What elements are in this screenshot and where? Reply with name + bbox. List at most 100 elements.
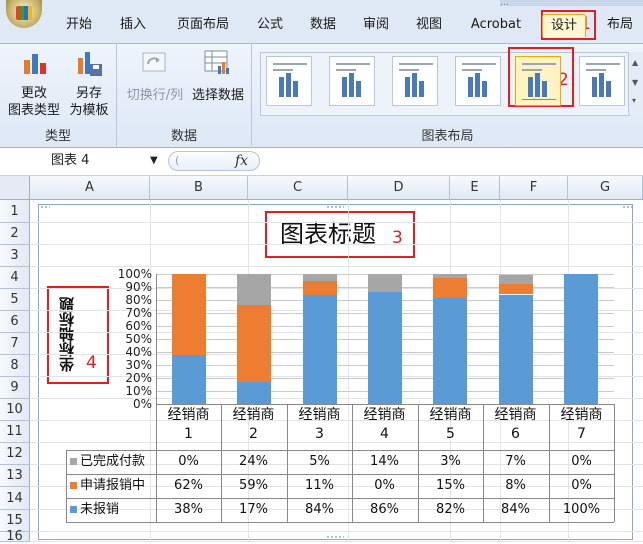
y-tick-label: 90% xyxy=(125,280,152,294)
bar-未报销-3[interactable] xyxy=(303,295,337,404)
name-box-dropdown-icon[interactable]: ▼ xyxy=(150,152,158,170)
row-header-9[interactable]: 9 xyxy=(0,377,30,399)
group-label-data: 数据 xyxy=(170,129,197,144)
switch-row-column-label: 切换行/列 xyxy=(126,88,184,103)
ribbon-tab-6[interactable]: 视图 xyxy=(408,14,450,36)
data-table-cell: 7% xyxy=(505,454,526,469)
layout-bar xyxy=(419,81,424,97)
data-table-legend-2: 申请报销中 xyxy=(70,474,166,498)
row-header-4[interactable]: 4 xyxy=(0,267,30,289)
row-header-12[interactable]: 12 xyxy=(0,443,30,465)
category-label-1: 经销商 xyxy=(167,407,210,423)
change-chart-type-label-1: 更改 xyxy=(20,86,47,101)
row-header-5[interactable]: 5 xyxy=(0,289,30,311)
layout-line xyxy=(273,63,307,65)
bar-未报销-7[interactable] xyxy=(564,274,598,404)
row-header-16[interactable]: 16 xyxy=(0,530,30,543)
ribbon-tab-3[interactable]: 公式 xyxy=(249,14,291,36)
legend-swatch xyxy=(70,506,77,513)
chart-layout-1[interactable] xyxy=(266,56,312,106)
column-header-A[interactable]: A xyxy=(30,176,150,200)
switch-row-column-button[interactable]: 切换行/列 xyxy=(122,50,186,110)
bar-未报销-2[interactable] xyxy=(237,382,271,404)
save-as-template-button[interactable]: 另存 为模板 xyxy=(64,50,114,122)
row-header-14[interactable]: 14 xyxy=(0,487,30,510)
row-header-7[interactable]: 7 xyxy=(0,333,30,355)
chart-layout-5[interactable] xyxy=(515,56,561,106)
layout-bar xyxy=(592,77,597,97)
layout-line xyxy=(399,63,433,65)
bar-已完成付款-2[interactable] xyxy=(237,274,271,305)
select-all-corner[interactable] xyxy=(0,176,30,200)
column-header-F[interactable]: F xyxy=(500,176,568,200)
data-table-cell: 24% xyxy=(239,454,268,469)
row-header-13[interactable]: 13 xyxy=(0,465,30,487)
layout-bar xyxy=(475,73,480,97)
bar-已完成付款-4[interactable] xyxy=(368,274,402,292)
chart-layout-4[interactable] xyxy=(455,56,501,106)
bar-申请报销中-6[interactable] xyxy=(499,284,533,294)
chart-resize-handle-top[interactable] xyxy=(326,205,344,210)
gallery-scroll[interactable]: ▲ ▼ ▾ xyxy=(628,52,643,114)
gallery-more-icon[interactable]: ▾ xyxy=(632,96,636,105)
ribbon-tab-4[interactable]: 数据 xyxy=(302,14,344,36)
y-tick-label: 60% xyxy=(125,319,152,333)
chart-resize-handle-bottom[interactable] xyxy=(326,535,344,540)
bar-申请报销中-3[interactable] xyxy=(303,281,337,295)
bar-未报销-1[interactable] xyxy=(172,355,206,404)
change-chart-type-button[interactable]: 更改 图表类型 xyxy=(8,50,60,122)
bar-申请报销中-1[interactable] xyxy=(172,274,206,355)
chart-resize-handle-tl[interactable] xyxy=(40,205,50,210)
chart-layout-2[interactable] xyxy=(329,56,375,106)
column-header-B[interactable]: B xyxy=(150,176,248,200)
ribbon-tab-9[interactable]: 布局 xyxy=(599,14,641,36)
column-header-G[interactable]: G xyxy=(568,176,643,200)
layout-bar xyxy=(482,81,487,97)
chart-layout-3[interactable] xyxy=(392,56,438,106)
legend-text: 申请报销中 xyxy=(80,478,146,493)
column-header-E[interactable]: E xyxy=(450,176,500,200)
insert-function-button[interactable]: fx xyxy=(235,151,248,171)
row-header-11[interactable]: 11 xyxy=(0,421,30,443)
bar-已完成付款-3[interactable] xyxy=(303,274,337,281)
row-header-2[interactable]: 2 xyxy=(0,223,30,245)
row-header-1[interactable]: 1 xyxy=(0,200,30,223)
table-hline xyxy=(156,404,614,405)
group-label-type: 类型 xyxy=(44,129,71,144)
layout-bar xyxy=(528,77,533,97)
bar-未报销-4[interactable] xyxy=(368,292,402,404)
bar-未报销-5[interactable] xyxy=(433,297,467,404)
gallery-up-icon[interactable]: ▲ xyxy=(632,58,638,67)
gallery-down-icon[interactable]: ▼ xyxy=(632,78,638,87)
bar-申请报销中-2[interactable] xyxy=(237,305,271,382)
row-header-8[interactable]: 8 xyxy=(0,355,30,377)
select-data-button[interactable]: 选择数据 xyxy=(188,50,248,110)
bar-申请报销中-5[interactable] xyxy=(433,278,467,298)
category-label-7: 7 xyxy=(577,426,586,442)
column-header-C[interactable]: C xyxy=(248,176,348,200)
chart-resize-handle-tr[interactable] xyxy=(622,205,632,210)
ribbon-tab-8[interactable]: 设计 xyxy=(542,14,586,37)
name-box[interactable]: 图表 4 xyxy=(6,152,166,170)
y-tick-label: 40% xyxy=(125,345,152,359)
row-gridline xyxy=(30,531,643,532)
y-axis-line xyxy=(156,274,157,404)
category-label-5: 5 xyxy=(446,426,455,442)
y-axis-title[interactable]: 坐标轴标题 xyxy=(56,297,77,372)
ribbon-tab-7[interactable]: Acrobat xyxy=(462,14,530,36)
bar-已完成付款-5[interactable] xyxy=(433,274,467,278)
ribbon-tab-1[interactable]: 插入 xyxy=(112,14,154,36)
row-header-10[interactable]: 10 xyxy=(0,399,30,421)
ribbon-tab-0[interactable]: 开始 xyxy=(58,14,100,36)
ribbon-tab-2[interactable]: 页面布局 xyxy=(167,14,239,36)
bar-已完成付款-6[interactable] xyxy=(499,275,533,284)
data-table-cell: 82% xyxy=(436,502,465,517)
column-header-D[interactable]: D xyxy=(348,176,450,200)
layout-line xyxy=(522,63,556,65)
data-table-cell: 11% xyxy=(305,478,334,493)
chart-layout-6[interactable] xyxy=(579,56,625,106)
row-header-6[interactable]: 6 xyxy=(0,311,30,333)
row-header-3[interactable]: 3 xyxy=(0,245,30,267)
ribbon-tab-5[interactable]: 审阅 xyxy=(355,14,397,36)
bar-未报销-6[interactable] xyxy=(499,295,533,404)
